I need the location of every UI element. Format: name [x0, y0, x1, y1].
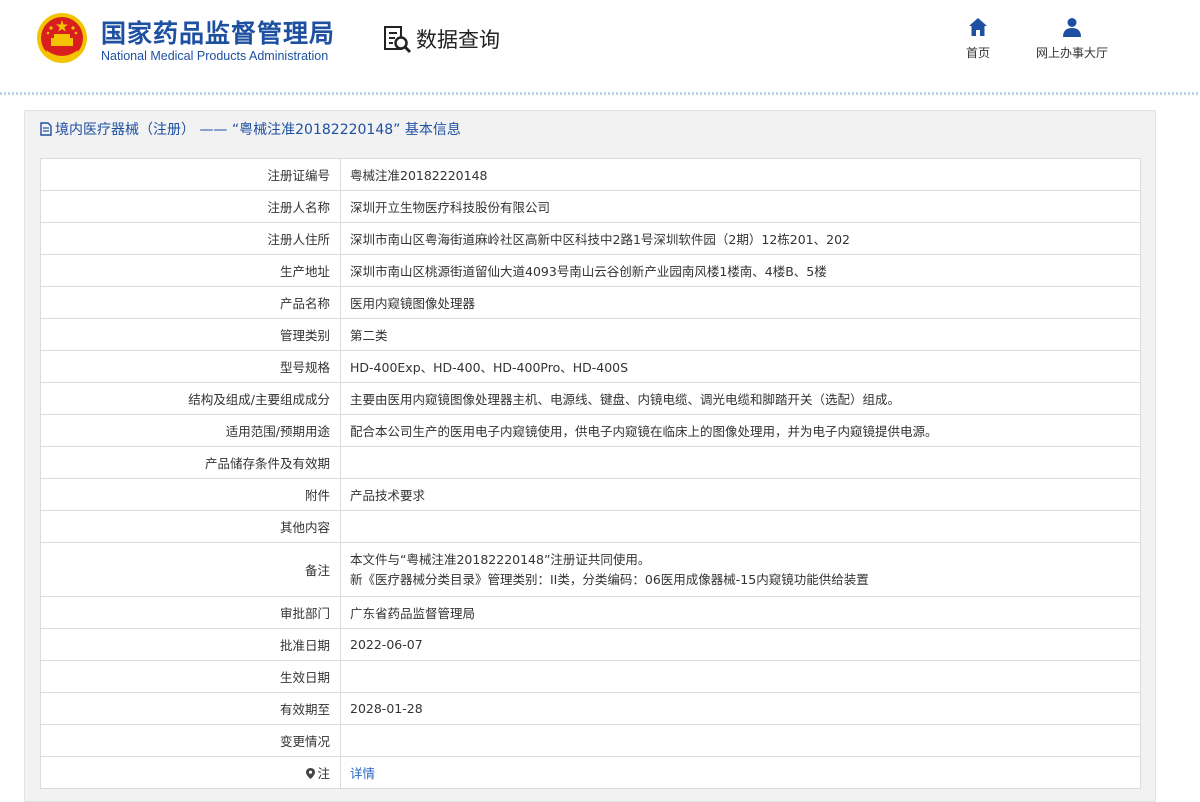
table-row: 管理类别 第二类 [40, 318, 1141, 351]
field-label: 批准日期 [40, 628, 341, 661]
table-row: 型号规格 HD-400Exp、HD-400、HD-400Pro、HD-400S [40, 350, 1141, 383]
field-label: 审批部门 [40, 596, 341, 629]
field-label: 产品储存条件及有效期 [40, 446, 341, 479]
field-label: 管理类别 [40, 318, 341, 351]
field-label: 有效期至 [40, 692, 341, 725]
field-value [340, 446, 1141, 479]
field-label: 变更情况 [40, 724, 341, 757]
field-value: HD-400Exp、HD-400、HD-400Pro、HD-400S [340, 350, 1141, 383]
document-search-icon [384, 26, 412, 54]
field-label: 产品名称 [40, 286, 341, 319]
table-row: 备注 本文件与“粤械注准20182220148”注册证共同使用。 新《医疗器械分… [40, 542, 1141, 597]
field-label: 生效日期 [40, 660, 341, 693]
nav-online-service-hall-label: 网上办事大厅 [1036, 46, 1109, 60]
field-value: 深圳开立生物医疗科技股份有限公司 [340, 190, 1141, 223]
document-icon [40, 122, 52, 136]
field-value: 2022-06-07 [340, 628, 1141, 661]
details-link[interactable]: 详情 [350, 766, 375, 781]
field-value [340, 660, 1141, 693]
field-value: 深圳市南山区桃源街道留仙大道4093号南山云谷创新产业园南风楼1楼南、4楼B、5… [340, 254, 1141, 287]
field-label: 结构及组成/主要组成成分 [40, 382, 341, 415]
field-label: 适用范围/预期用途 [40, 414, 341, 447]
table-row: 变更情况 [40, 724, 1141, 757]
nav-home[interactable]: 首页 [966, 16, 990, 61]
table-row: 产品名称 医用内窥镜图像处理器 [40, 286, 1141, 319]
field-value: 医用内窥镜图像处理器 [340, 286, 1141, 319]
site-title: 国家药品监督管理局 [101, 19, 336, 48]
field-value: 广东省药品监督管理局 [340, 596, 1141, 629]
table-row: 有效期至 2028-01-28 [40, 692, 1141, 725]
national-emblem-icon [37, 13, 87, 63]
field-label: 注 [317, 766, 330, 781]
data-query-link[interactable]: 数据查询 [382, 24, 500, 54]
field-value: 产品技术要求 [340, 478, 1141, 511]
user-icon [1063, 18, 1081, 37]
remark-line-1: 本文件与“粤械注准20182220148”注册证共同使用。 [350, 551, 651, 567]
table-row: 生效日期 [40, 660, 1141, 693]
field-value: 深圳市南山区粤海街道麻岭社区高新中区科技中2路1号深圳软件园（2期）12栋201… [340, 222, 1141, 255]
table-row: 生产地址 深圳市南山区桃源街道留仙大道4093号南山云谷创新产业园南风楼1楼南、… [40, 254, 1141, 287]
field-value: 第二类 [340, 318, 1141, 351]
detail-panel: 境内医疗器械（注册） —— “粤械注准20182220148” 基本信息 注册证… [24, 110, 1156, 802]
table-row: 注册人名称 深圳开立生物医疗科技股份有限公司 [40, 190, 1141, 223]
table-row: 批准日期 2022-06-07 [40, 628, 1141, 661]
table-row: 结构及组成/主要组成成分 主要由医用内窥镜图像处理器主机、电源线、键盘、内镜电缆… [40, 382, 1141, 415]
home-icon [969, 18, 987, 36]
field-value: 详情 [340, 756, 1141, 789]
table-row: 注册人住所 深圳市南山区粤海街道麻岭社区高新中区科技中2路1号深圳软件园（2期）… [40, 222, 1141, 255]
field-label: 注册人名称 [40, 190, 341, 223]
table-row: 注 详情 [40, 756, 1141, 789]
note-label-cell: 注 [40, 756, 341, 789]
location-pin-icon [306, 768, 316, 779]
field-value: 粤械注准20182220148 [340, 158, 1141, 191]
table-row: 产品储存条件及有效期 [40, 446, 1141, 479]
table-row: 注册证编号 粤械注准20182220148 [40, 158, 1141, 191]
field-value: 主要由医用内窥镜图像处理器主机、电源线、键盘、内镜电缆、调光电缆和脚踏开关（选配… [340, 382, 1141, 415]
nav-home-label: 首页 [966, 46, 991, 60]
table-row: 审批部门 广东省药品监督管理局 [40, 596, 1141, 629]
header-divider [0, 92, 1200, 95]
field-value: 2028-01-28 [340, 692, 1141, 725]
field-value [340, 510, 1141, 543]
field-label: 备注 [40, 542, 341, 597]
table-row: 附件 产品技术要求 [40, 478, 1141, 511]
registration-info-table: 注册证编号 粤械注准20182220148 注册人名称 深圳开立生物医疗科技股份… [40, 158, 1141, 789]
data-query-label: 数据查询 [416, 28, 500, 52]
field-label: 型号规格 [40, 350, 341, 383]
field-value [340, 724, 1141, 757]
site-subtitle: National Medical Products Administration [101, 49, 329, 63]
site-header: 国家药品监督管理局 National Medical Products Admi… [0, 0, 1200, 92]
table-row: 其他内容 [40, 510, 1141, 543]
panel-title: 境内医疗器械（注册） —— “粤械注准20182220148” 基本信息 [39, 119, 461, 139]
field-label: 其他内容 [40, 510, 341, 543]
table-row: 适用范围/预期用途 配合本公司生产的医用电子内窥镜使用，供电子内窥镜在临床上的图… [40, 414, 1141, 447]
field-label: 注册人住所 [40, 222, 341, 255]
field-label: 附件 [40, 478, 341, 511]
field-value: 本文件与“粤械注准20182220148”注册证共同使用。 新《医疗器械分类目录… [340, 542, 1141, 597]
field-label: 生产地址 [40, 254, 341, 287]
nav-online-service-hall[interactable]: 网上办事大厅 [1036, 16, 1108, 61]
field-value: 配合本公司生产的医用电子内窥镜使用，供电子内窥镜在临床上的图像处理用，并为电子内… [340, 414, 1141, 447]
remark-line-2: 新《医疗器械分类目录》管理类别：II类，分类编码：06医用成像器械-15内窥镜功… [350, 571, 869, 587]
field-label: 注册证编号 [40, 158, 341, 191]
panel-title-text: 境内医疗器械（注册） —— “粤械注准20182220148” 基本信息 [55, 122, 461, 138]
